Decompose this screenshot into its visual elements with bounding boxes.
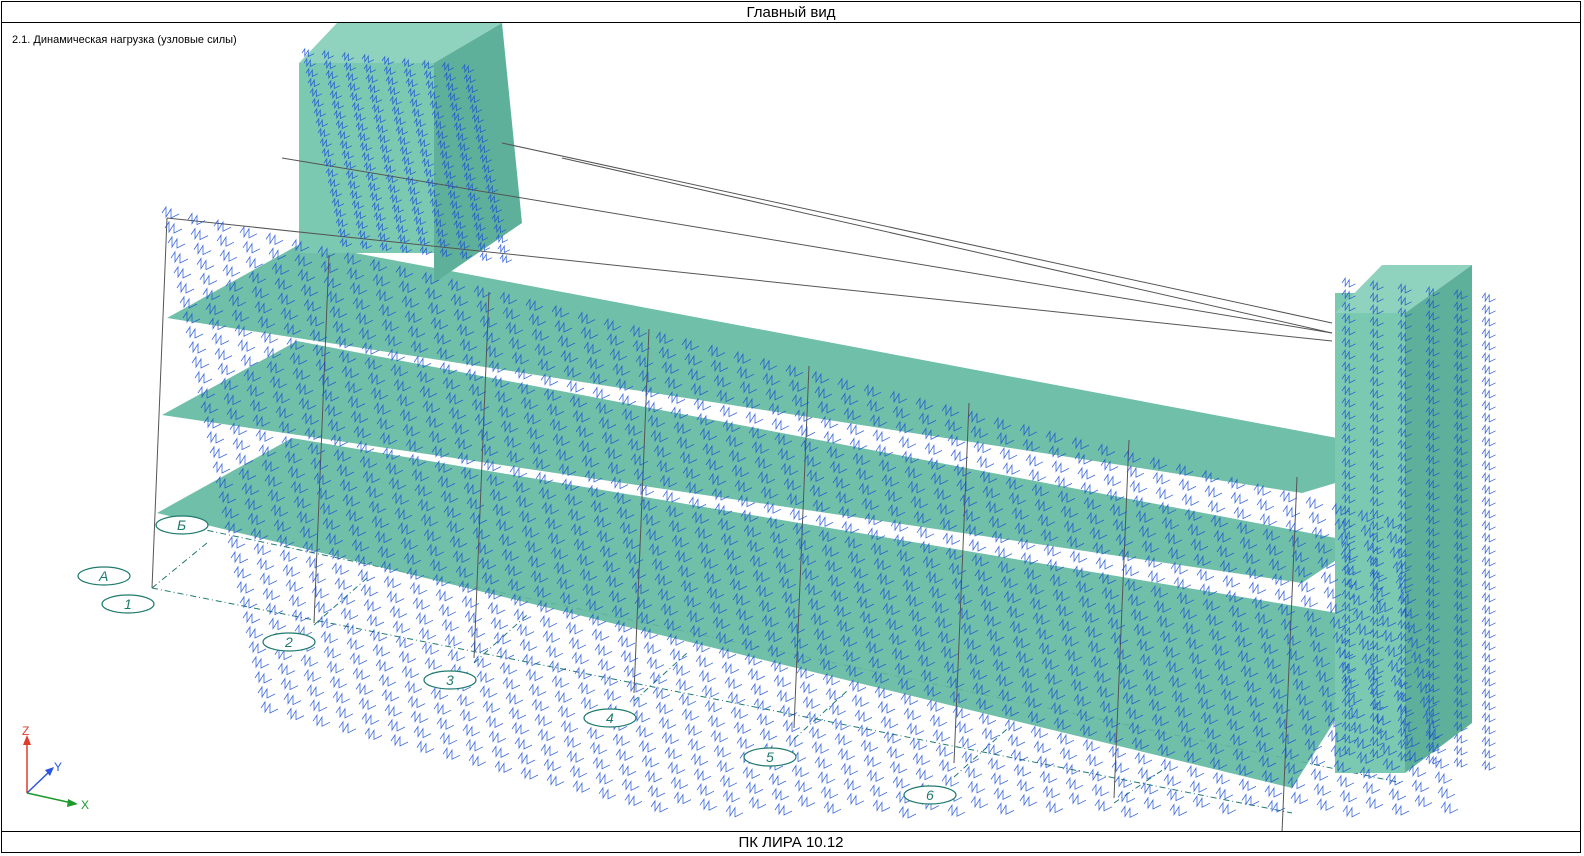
column-line (151, 217, 168, 589)
view-title-bar: Главный вид (2, 2, 1580, 23)
grid-label-5[interactable]: 5 (743, 747, 797, 767)
x-axis-arrow-icon (67, 799, 78, 807)
svg-text:3: 3 (446, 672, 454, 688)
y-axis-line (26, 770, 51, 794)
grid-label-a[interactable]: А (77, 566, 131, 586)
svg-text:1: 1 (124, 596, 132, 612)
core-left-side (434, 23, 522, 283)
program-version: ПК ЛИРА 10.12 (738, 833, 844, 851)
grid-label-b[interactable]: Б (155, 515, 209, 535)
grid-label-4[interactable]: 4 (583, 708, 637, 728)
grid-label-3[interactable]: 3 (423, 670, 477, 690)
svg-text:А: А (98, 568, 108, 584)
svg-text:6: 6 (926, 787, 934, 803)
status-bar: ПК ЛИРА 10.12 (2, 831, 1580, 852)
x-axis-line (26, 792, 73, 804)
grid-label-6[interactable]: 6 (903, 785, 957, 805)
top-beam-rear (501, 142, 1333, 324)
grid-line-num (953, 728, 1008, 778)
structure-model[interactable]: А Б 1 2 3 4 5 6 Z Y X (2, 23, 1580, 831)
load-case-label: 2.1. Динамическая нагрузка (узловые силы… (12, 34, 237, 46)
top-beam-rear-2 (561, 157, 1333, 334)
grid-label-1[interactable]: 1 (101, 594, 155, 614)
main-view-window: Главный вид 2.1. Динамическая нагрузка (… (1, 1, 1581, 853)
grid-line-num (151, 542, 208, 589)
y-axis-label: Y (54, 760, 62, 774)
x-axis-label: X (81, 798, 89, 812)
view-title: Главный вид (746, 3, 836, 21)
z-axis-label: Z (22, 724, 29, 738)
grid-label-2[interactable]: 2 (262, 632, 316, 652)
coordinate-triad: Z Y X (22, 724, 89, 812)
model-viewport[interactable]: 2.1. Динамическая нагрузка (узловые силы… (2, 23, 1580, 831)
svg-text:5: 5 (766, 749, 774, 765)
svg-text:2: 2 (284, 634, 293, 650)
svg-text:4: 4 (606, 710, 614, 726)
svg-text:Б: Б (177, 517, 186, 533)
